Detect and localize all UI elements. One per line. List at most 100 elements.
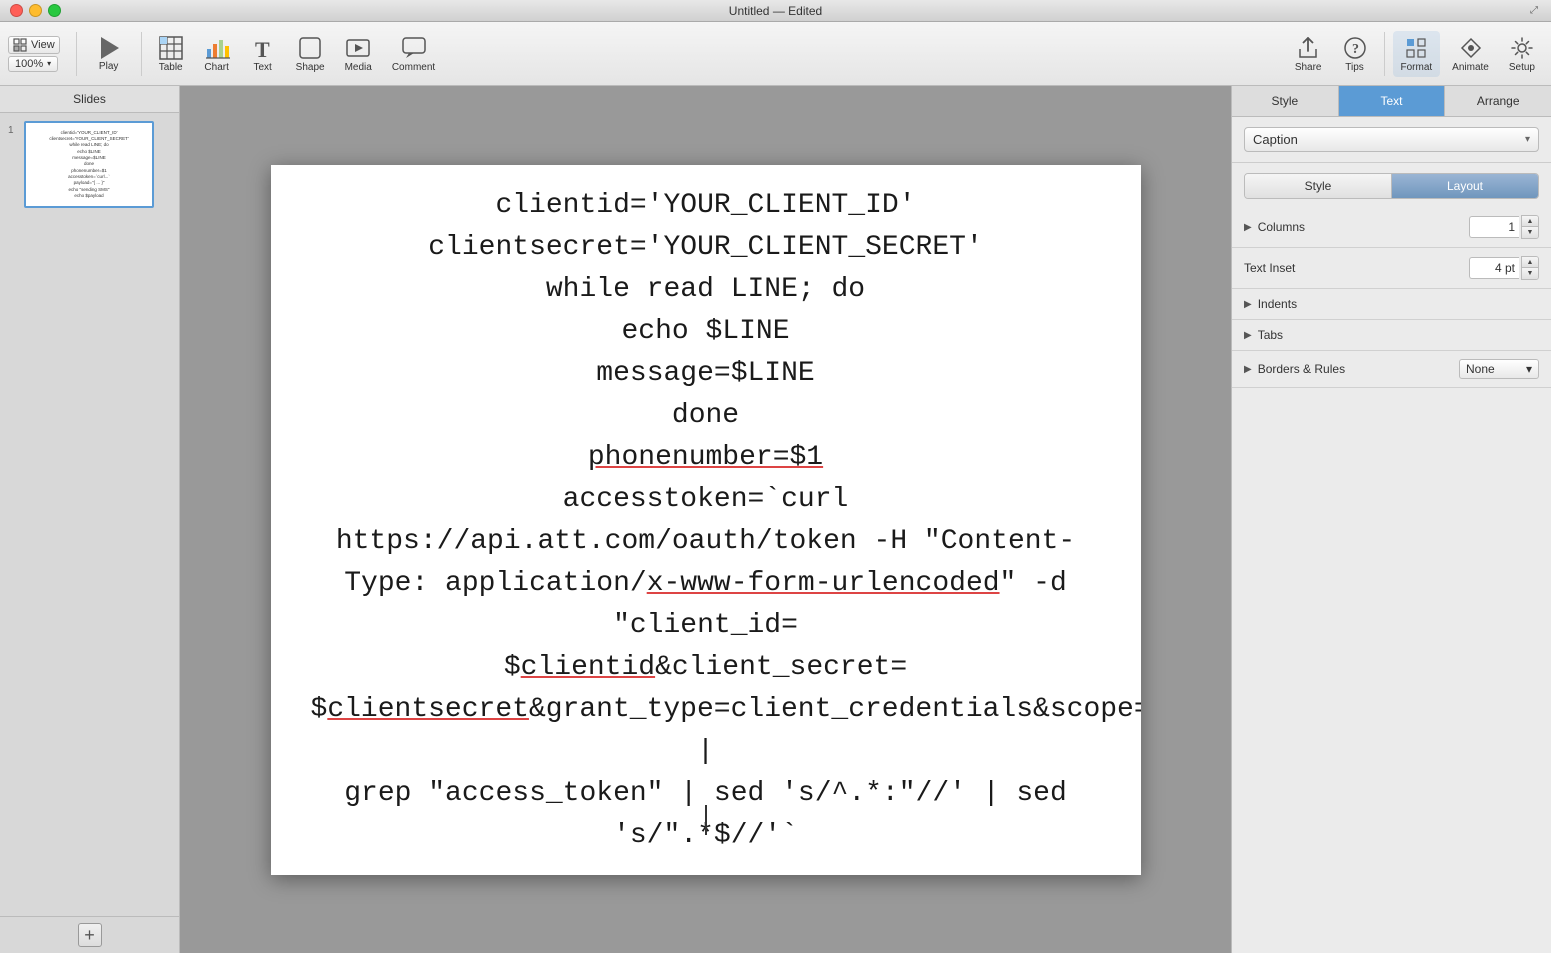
sub-tab-style[interactable]: Style (1245, 174, 1392, 198)
chart-button[interactable]: Chart (196, 31, 238, 77)
minimize-button[interactable] (29, 4, 42, 17)
zoom-value: 100% (15, 58, 43, 70)
columns-row: ▶ Columns ▲ ▼ (1232, 207, 1551, 248)
borders-rules-label: ▶ Borders & Rules (1244, 362, 1459, 376)
sidebar: Slides 1 clientid='YOUR_CLIENT_ID' clien… (0, 86, 180, 953)
slide-thumb-text: clientid='YOUR_CLIENT_ID' clientsecret='… (49, 130, 128, 199)
tab-style[interactable]: Style (1232, 86, 1339, 116)
zoom-arrow: ▾ (47, 59, 51, 68)
view-button[interactable]: View (8, 36, 60, 54)
sidebar-bottom: + (0, 916, 179, 953)
tabs-chevron: ▶ (1244, 330, 1252, 341)
main-area: Slides 1 clientid='YOUR_CLIENT_ID' clien… (0, 86, 1551, 953)
canvas-area[interactable]: clientid='YOUR_CLIENT_ID' clientsecret='… (180, 86, 1231, 953)
slide-number: 1 (8, 125, 20, 136)
slide-item[interactable]: 1 clientid='YOUR_CLIENT_ID' clientsecret… (8, 121, 171, 208)
slide-line-10: $clientid&client_secret= (311, 647, 1101, 689)
view-zoom-group: View 100% ▾ (8, 36, 60, 72)
add-slide-button[interactable]: + (78, 923, 102, 947)
setup-label: Setup (1509, 62, 1535, 73)
slide-line-7: phonenumber=$1 (311, 437, 1101, 479)
caption-dropdown[interactable]: Caption ▾ (1244, 127, 1539, 152)
slide-thumbnail[interactable]: clientid='YOUR_CLIENT_ID' clientsecret='… (24, 121, 154, 208)
sub-tab-layout[interactable]: Layout (1392, 174, 1538, 198)
table-icon (158, 35, 184, 61)
shape-button[interactable]: Shape (288, 31, 333, 77)
close-button[interactable] (10, 4, 23, 17)
indents-row[interactable]: ▶ Indents (1232, 289, 1551, 320)
toolbar-separator-1 (76, 32, 77, 76)
text-inset-increment[interactable]: ▲ (1522, 257, 1538, 268)
animate-icon (1458, 35, 1484, 61)
columns-increment[interactable]: ▲ (1522, 216, 1538, 227)
text-inset-decrement[interactable]: ▼ (1522, 268, 1538, 279)
window-controls (10, 4, 61, 17)
tab-text[interactable]: Text (1339, 86, 1446, 116)
play-label: Play (99, 61, 118, 72)
tips-button[interactable]: ? Tips (1334, 31, 1376, 77)
svg-text:?: ? (1352, 42, 1359, 57)
zoom-button[interactable]: 100% ▾ (8, 56, 58, 72)
tab-arrange[interactable]: Arrange (1445, 86, 1551, 116)
borders-rules-arrow: ▾ (1526, 362, 1532, 376)
slide-line-5: message=$LINE (311, 353, 1101, 395)
title-bar: Untitled — Edited ⤢ (0, 0, 1551, 22)
slide-content[interactable]: clientid='YOUR_CLIENT_ID' clientsecret='… (311, 185, 1101, 875)
text-cursor (705, 805, 707, 835)
slide-line-2: clientsecret='YOUR_CLIENT_SECRET' (311, 227, 1101, 269)
comment-button[interactable]: Comment (384, 31, 443, 77)
animate-button[interactable]: Animate (1444, 31, 1497, 77)
share-icon (1295, 35, 1321, 61)
slide-line-6: done (311, 395, 1101, 437)
caption-label: Caption (1253, 132, 1298, 147)
fullscreen-icon[interactable]: ⤢ (1527, 4, 1541, 18)
play-triangle (101, 37, 119, 59)
panel-tabs: Style Text Arrange (1232, 86, 1551, 117)
play-icon (97, 36, 121, 60)
text-icon: T (250, 35, 276, 61)
media-icon (345, 35, 371, 61)
view-icon (13, 38, 27, 52)
text-inset-input[interactable] (1469, 257, 1519, 279)
shape-label: Shape (296, 62, 325, 73)
share-button[interactable]: Share (1287, 31, 1330, 77)
slide-line-blank (311, 857, 1101, 875)
slide-line-8: accesstoken=`curl https://api.att.com/oa… (311, 479, 1101, 563)
columns-chevron: ▶ (1244, 222, 1252, 233)
indents-chevron: ▶ (1244, 299, 1252, 310)
columns-input[interactable] (1469, 216, 1519, 238)
tabs-row[interactable]: ▶ Tabs (1232, 320, 1551, 351)
borders-rules-chevron: ▶ (1244, 364, 1252, 375)
format-button[interactable]: Format (1393, 31, 1441, 77)
columns-label: ▶ Columns (1244, 220, 1469, 234)
toolbar: View 100% ▾ Play Table (0, 22, 1551, 86)
comment-icon (401, 35, 427, 61)
borders-rules-dropdown[interactable]: None ▾ (1459, 359, 1539, 379)
table-button[interactable]: Table (150, 31, 192, 77)
chart-label: Chart (204, 62, 228, 73)
setup-button[interactable]: Setup (1501, 31, 1543, 77)
share-label: Share (1295, 62, 1322, 73)
tips-icon: ? (1342, 35, 1368, 61)
text-button[interactable]: T Text (242, 31, 284, 77)
format-icon (1403, 35, 1429, 61)
slide-canvas[interactable]: clientid='YOUR_CLIENT_ID' clientsecret='… (271, 165, 1141, 875)
format-label: Format (1401, 62, 1433, 73)
media-label: Media (345, 62, 372, 73)
maximize-button[interactable] (48, 4, 61, 17)
svg-text:T: T (255, 37, 270, 61)
columns-stepper: ▲ ▼ (1521, 215, 1539, 239)
tabs-label: ▶ Tabs (1244, 328, 1539, 342)
slide-line-3: while read LINE; do (311, 269, 1101, 311)
table-label: Table (159, 62, 183, 73)
slide-line-11: $clientsecret&grant_type=client_credenti… (311, 689, 1101, 773)
text-label: Text (253, 62, 271, 73)
play-group[interactable]: Play (85, 32, 133, 76)
caption-dropdown-arrow: ▾ (1525, 134, 1530, 145)
media-button[interactable]: Media (337, 31, 380, 77)
columns-decrement[interactable]: ▼ (1522, 227, 1538, 238)
toolbar-separator-3 (1384, 32, 1385, 76)
text-inset-row: Text Inset ▲ ▼ (1232, 248, 1551, 289)
sub-tabs: Style Layout (1244, 173, 1539, 199)
caption-row: Caption ▾ (1232, 117, 1551, 163)
